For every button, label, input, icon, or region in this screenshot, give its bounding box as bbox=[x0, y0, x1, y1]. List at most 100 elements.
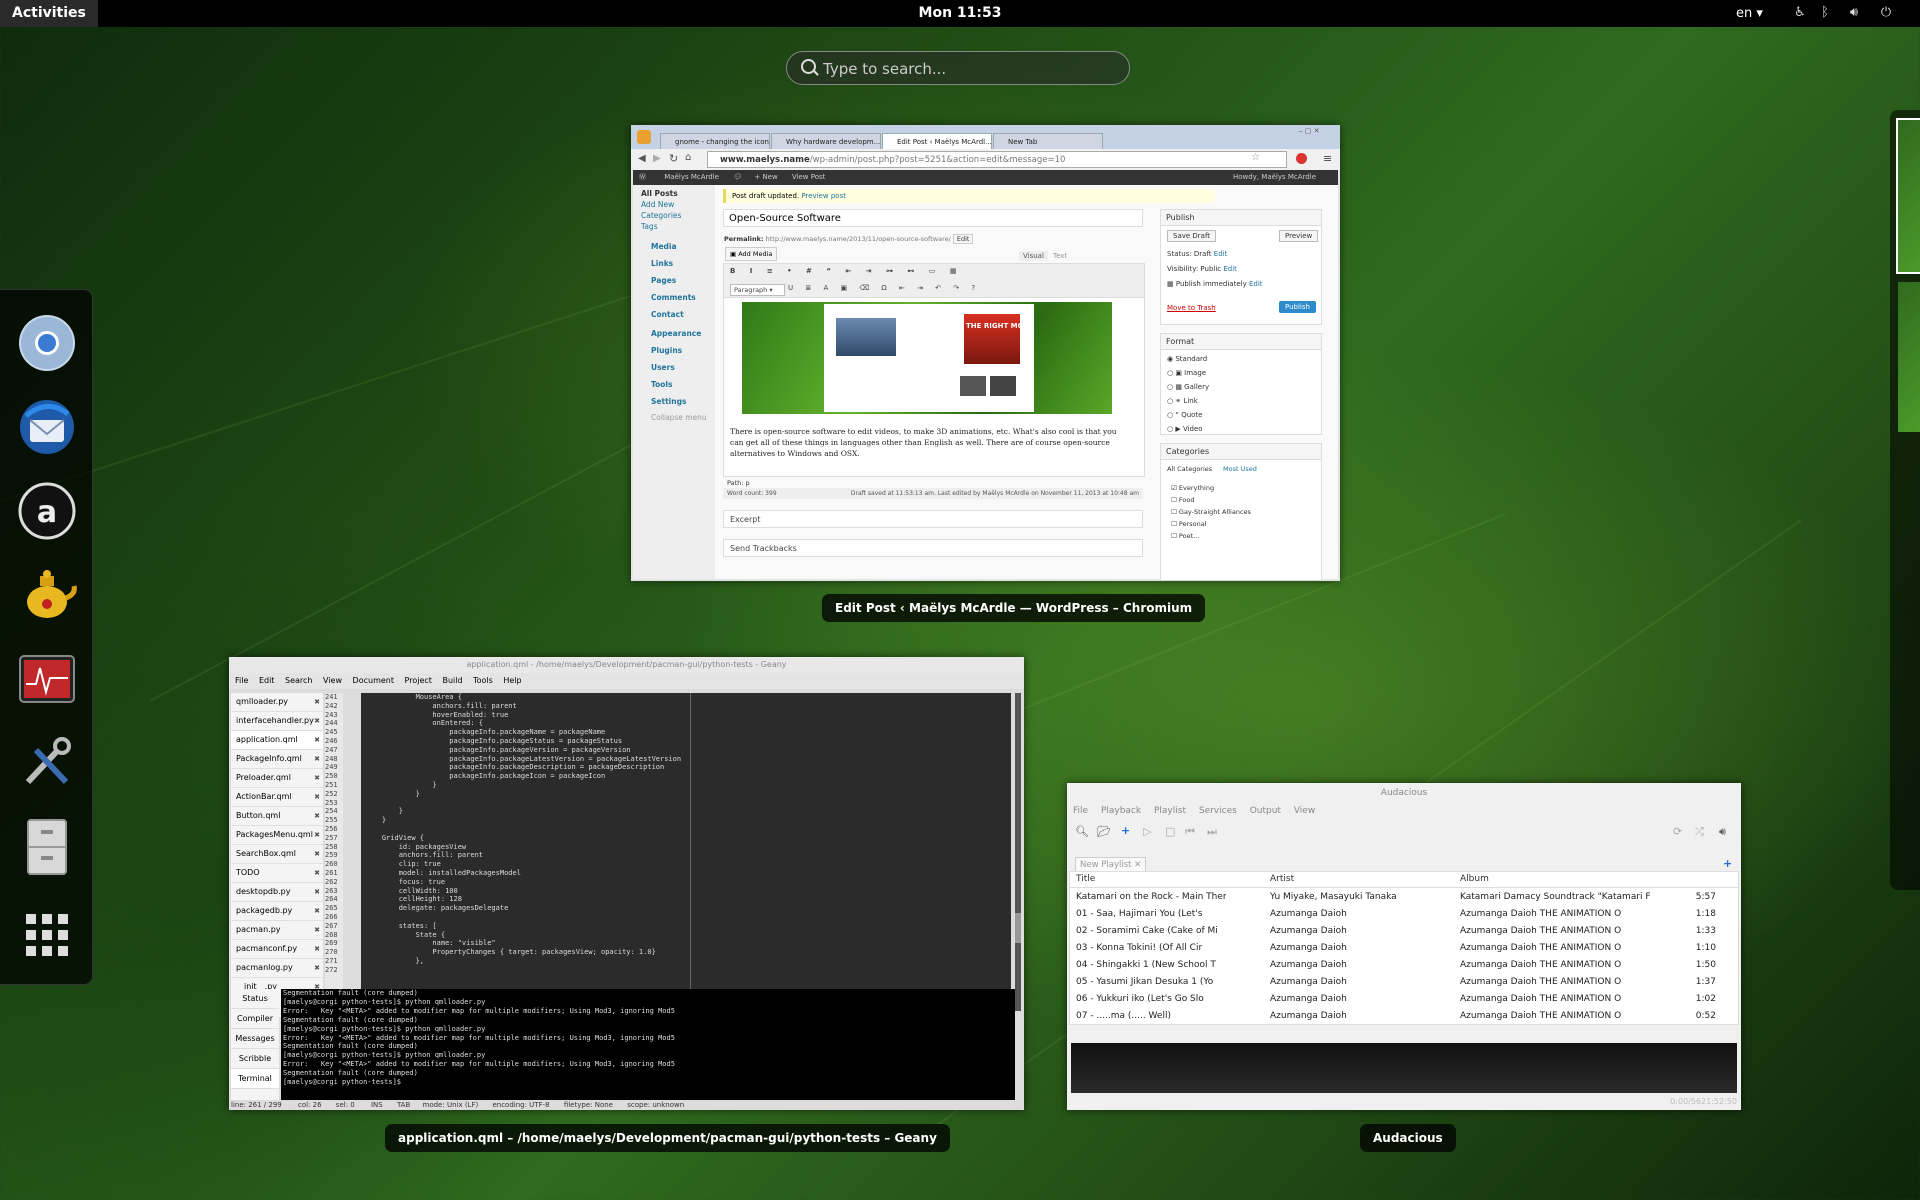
message-tab-messages[interactable]: Messages bbox=[231, 1029, 279, 1049]
sidebar-item-tools[interactable]: Tools bbox=[633, 376, 715, 393]
close-file-icon[interactable]: ✖ bbox=[314, 712, 320, 730]
move-to-trash-link[interactable]: Move to Trash bbox=[1167, 304, 1216, 312]
menu-services[interactable]: Services bbox=[1199, 806, 1237, 816]
playlist-row[interactable]: Katamari on the Rock - Main Theme Yu Miya… bbox=[1076, 889, 1724, 906]
preview-post-link[interactable]: Preview post bbox=[801, 192, 846, 200]
chrome-tab-1[interactable]: gnome - changing the icon... bbox=[660, 133, 770, 149]
format-option-gallery[interactable]: ○ ▦ Gallery bbox=[1167, 383, 1209, 391]
menu-file[interactable]: File bbox=[1073, 806, 1088, 816]
bookmark-star-icon[interactable]: ☆ bbox=[1251, 152, 1260, 163]
show-applications-icon[interactable] bbox=[16, 904, 78, 966]
menu-file[interactable]: File bbox=[235, 676, 248, 685]
wp-new[interactable]: + New bbox=[754, 173, 777, 181]
editor-content[interactable]: THE RIGHT MOVE There is open-source soft… bbox=[723, 297, 1145, 477]
workspace-1[interactable] bbox=[1896, 118, 1920, 274]
playlist-row[interactable]: 06 - Yukkuri iko (Let's Go Slo Azumanga D… bbox=[1076, 991, 1724, 1008]
wp-view-post[interactable]: View Post bbox=[792, 173, 825, 181]
publish-button[interactable]: Publish bbox=[1279, 301, 1316, 313]
sidebar-item-media[interactable]: Media bbox=[633, 238, 715, 255]
sidebar-item-plugins[interactable]: Plugins bbox=[633, 342, 715, 359]
chrome-tab-4[interactable]: New Tab bbox=[993, 133, 1103, 149]
add-media-button[interactable]: ▣ Add Media bbox=[725, 247, 778, 261]
reload-icon[interactable]: ↻ bbox=[669, 152, 678, 165]
bluetooth-icon[interactable]: ᛒ bbox=[1817, 5, 1833, 21]
close-file-icon[interactable]: ✖ bbox=[314, 902, 320, 920]
close-file-icon[interactable]: ✖ bbox=[314, 807, 320, 825]
close-file-icon[interactable]: ✖ bbox=[314, 826, 320, 844]
playlist-row[interactable]: 01 - Saa, Hajimari You (Let's Azumanga Da… bbox=[1076, 906, 1724, 923]
preview-button[interactable]: Preview bbox=[1279, 230, 1319, 242]
trackbacks-box[interactable]: Send Trackbacks bbox=[723, 539, 1143, 557]
sidebar-item-categories[interactable]: Categories bbox=[633, 210, 715, 221]
menu-edit[interactable]: Edit bbox=[259, 676, 275, 685]
tab-visual[interactable]: Visual bbox=[1019, 251, 1048, 261]
visibility-edit-link[interactable]: Edit bbox=[1223, 265, 1237, 273]
accessibility-icon[interactable]: ♿︎ bbox=[1792, 5, 1808, 21]
open-file-item[interactable]: SearchBox.qml ✖ bbox=[231, 845, 323, 864]
file-cabinet-icon[interactable] bbox=[16, 816, 78, 878]
new-playlist-icon[interactable]: + bbox=[1723, 857, 1732, 870]
open-file-item[interactable]: Button.qml ✖ bbox=[231, 807, 323, 826]
schedule-edit-link[interactable]: Edit bbox=[1249, 280, 1263, 288]
menu-build[interactable]: Build bbox=[442, 676, 462, 685]
col-album[interactable]: Album bbox=[1460, 872, 1489, 887]
sidebar-item-collapse[interactable]: Collapse menu bbox=[633, 412, 715, 423]
open-folder-icon[interactable]: 📂︎ bbox=[1097, 825, 1111, 838]
col-title[interactable]: Title bbox=[1076, 872, 1095, 887]
open-file-item[interactable]: packagedb.py ✖ bbox=[231, 902, 323, 921]
menu-output[interactable]: Output bbox=[1250, 806, 1281, 816]
open-file-item[interactable]: interfacehandler.py ✖ bbox=[231, 712, 323, 731]
category-item[interactable]: ☐ Personal bbox=[1171, 520, 1207, 528]
message-tab-terminal[interactable]: Terminal bbox=[231, 1069, 279, 1089]
previous-icon[interactable]: ⏮ bbox=[1185, 825, 1195, 839]
amarok-icon[interactable]: a bbox=[16, 480, 78, 542]
sidebar-item-comments[interactable]: Comments bbox=[633, 289, 715, 306]
menu-view[interactable]: View bbox=[323, 676, 342, 685]
open-file-item[interactable]: pacman.py ✖ bbox=[231, 921, 323, 940]
playlist-row[interactable]: 04 - Shingakki 1 (New School T Azumanga D… bbox=[1076, 957, 1724, 974]
permalink-url[interactable]: http://www.maelys.name/2013/11/open-sour… bbox=[766, 235, 951, 243]
save-draft-button[interactable]: Save Draft bbox=[1167, 230, 1217, 242]
sidebar-item-add-new[interactable]: Add New bbox=[633, 199, 715, 210]
geany-window-label[interactable]: application.qml – /home/maelys/Developme… bbox=[385, 1124, 950, 1152]
sidebar-item-settings[interactable]: Settings bbox=[633, 393, 715, 412]
format-option-video[interactable]: ○ ▶ Video bbox=[1167, 425, 1203, 433]
open-file-item[interactable]: TODO ✖ bbox=[231, 864, 323, 883]
home-icon[interactable]: ⌂ bbox=[685, 152, 691, 163]
chrome-tab-2[interactable]: Why hardware developm... bbox=[771, 133, 881, 149]
menu-tools[interactable]: Tools bbox=[473, 676, 493, 685]
chromium-menu-icon[interactable] bbox=[637, 130, 651, 144]
thunderbird-icon[interactable] bbox=[16, 396, 78, 458]
sidebar-item-pages[interactable]: Pages bbox=[633, 272, 715, 289]
col-artist[interactable]: Artist bbox=[1270, 872, 1294, 887]
code-editor[interactable]: MouseArea { anchors.fill: parent hoverEn… bbox=[361, 693, 1011, 1011]
close-file-icon[interactable]: ✖ bbox=[314, 940, 320, 958]
menu-project[interactable]: Project bbox=[405, 676, 432, 685]
close-file-icon[interactable]: ✖ bbox=[314, 921, 320, 939]
open-file-item[interactable]: Preloader.qml ✖ bbox=[231, 769, 323, 788]
close-file-icon[interactable]: ✖ bbox=[314, 750, 320, 768]
categories-tab-all[interactable]: All Categories bbox=[1167, 465, 1212, 473]
sidebar-item-tags[interactable]: Tags bbox=[633, 221, 715, 232]
open-file-item[interactable]: PackageInfo.qml ✖ bbox=[231, 750, 323, 769]
next-icon[interactable]: ⏭ bbox=[1207, 825, 1217, 839]
address-bar[interactable]: www.maelys.name/wp-admin/post.php?post=5… bbox=[707, 151, 1287, 168]
play-icon[interactable]: ▷ bbox=[1143, 825, 1151, 838]
chromium-menu-button[interactable]: ≡ bbox=[1323, 152, 1332, 165]
extension-icon[interactable] bbox=[1296, 153, 1307, 164]
open-file-item[interactable]: pacmanconf.py ✖ bbox=[231, 940, 323, 959]
post-title-input[interactable]: Open-Source Software bbox=[723, 209, 1143, 227]
format-buttons-row-1[interactable]: B I ≡ • # “ ⇤ ⇥ ⊶ ⊷ ▭ ▦ bbox=[730, 267, 963, 275]
editor-scrollbar[interactable] bbox=[1015, 693, 1021, 1011]
close-file-icon[interactable]: ✖ bbox=[314, 788, 320, 806]
category-item[interactable]: ☐ Gay-Straight Alliances bbox=[1171, 508, 1251, 516]
close-file-icon[interactable]: ✖ bbox=[314, 693, 320, 711]
audacious-window[interactable]: Audacious File Playback Playlist Service… bbox=[1067, 783, 1741, 1110]
close-file-icon[interactable]: ✖ bbox=[314, 731, 320, 749]
format-option-quote[interactable]: ○ “ Quote bbox=[1167, 411, 1202, 419]
terminal[interactable]: Segmentation fault (core dumped) [maelys@… bbox=[281, 989, 1015, 1101]
format-buttons-row-2[interactable]: U ≣ A ▣ ⌫ Ω ⇤ ⇥ ↶ ↷ ? bbox=[788, 284, 980, 292]
settings-tools-icon[interactable] bbox=[16, 732, 78, 794]
category-item[interactable]: ☑ Everything bbox=[1171, 484, 1214, 492]
search-icon[interactable]: 🔍︎ bbox=[1075, 825, 1089, 838]
